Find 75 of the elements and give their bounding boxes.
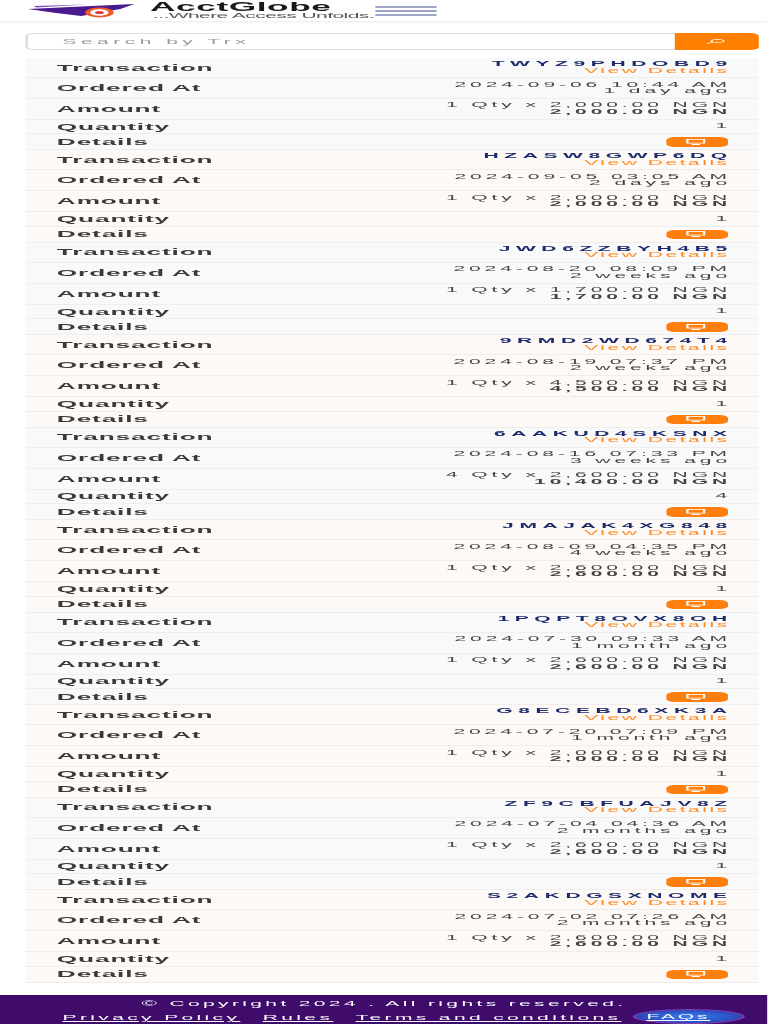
field-label: Details — [56, 414, 149, 425]
field-label: Transaction — [56, 155, 214, 165]
field-label: Ordered At — [56, 915, 202, 926]
field-label: Ordered At — [56, 83, 202, 93]
field-label: Amount — [56, 473, 162, 484]
field-label: Quantity — [56, 491, 170, 502]
field-label: Transaction — [56, 802, 214, 813]
field-label: Transaction — [56, 894, 214, 905]
field-label: Amount — [56, 288, 162, 299]
field-label: Transaction — [56, 432, 214, 443]
field-label: Quantity — [56, 214, 170, 225]
brand-name: AcctGlobe — [150, 1, 332, 12]
field-label: Ordered At — [56, 267, 202, 278]
monitor-icon — [686, 601, 707, 608]
details-button[interactable] — [665, 322, 728, 332]
field-label: Ordered At — [56, 637, 202, 648]
field-label: Ordered At — [56, 452, 202, 463]
field-label: Amount — [56, 658, 162, 669]
menu-icon — [375, 5, 438, 16]
details-button[interactable] — [665, 784, 728, 795]
monitor-icon — [686, 416, 707, 423]
field-label: Details — [56, 136, 149, 147]
field-label: Amount — [56, 936, 162, 947]
field-label: Ordered At — [56, 175, 202, 186]
details-button[interactable] — [665, 414, 728, 425]
field-label: Amount — [56, 103, 162, 114]
search-icon — [706, 39, 727, 44]
field-label: Details — [56, 969, 149, 980]
field-label: Quantity — [56, 306, 170, 317]
field-label: Details — [56, 691, 149, 702]
field-label: Amount — [56, 381, 162, 392]
field-label: Amount — [56, 751, 162, 762]
field-label: Quantity — [56, 676, 170, 687]
details-button[interactable] — [665, 969, 728, 979]
field-label: Transaction — [56, 524, 214, 535]
details-button[interactable] — [665, 599, 728, 610]
field-label: Amount — [56, 843, 162, 854]
details-button[interactable] — [665, 229, 728, 240]
details-button[interactable] — [665, 692, 728, 702]
field-label: Details — [56, 876, 149, 887]
field-label: Transaction — [56, 709, 214, 720]
monitor-icon — [686, 971, 707, 978]
field-label: Quantity — [56, 121, 170, 132]
field-label: Details — [56, 784, 149, 795]
field-label: Quantity — [56, 861, 170, 872]
field-label: Quantity — [56, 768, 170, 779]
field-label: Ordered At — [56, 360, 202, 371]
field-label: Quantity — [56, 583, 170, 594]
monitor-icon — [686, 878, 707, 885]
field-label: Transaction — [56, 339, 214, 350]
field-label: Details — [56, 229, 149, 240]
monitor-icon — [686, 786, 707, 793]
field-label: Details — [56, 506, 149, 517]
monitor-icon — [686, 693, 707, 700]
field-label: Ordered At — [56, 545, 202, 556]
monitor-icon — [686, 508, 707, 515]
field-label: Details — [56, 321, 149, 332]
field-label: Transaction — [56, 247, 214, 258]
details-button[interactable] — [665, 877, 728, 887]
field-label: Ordered At — [56, 822, 202, 833]
field-label: Quantity — [56, 953, 170, 964]
field-label: Amount — [56, 196, 162, 207]
field-label: Transaction — [56, 617, 214, 628]
field-label: Amount — [56, 566, 162, 577]
details-button[interactable] — [665, 507, 728, 517]
monitor-icon — [686, 231, 707, 238]
field-label: Ordered At — [56, 730, 202, 741]
search-button[interactable] — [675, 33, 758, 50]
field-label: Transaction — [56, 62, 214, 73]
field-label: Quantity — [56, 399, 170, 409]
monitor-icon — [686, 138, 707, 145]
menu-button[interactable] — [375, 5, 438, 16]
monitor-icon — [686, 323, 707, 330]
field-label: Details — [56, 599, 149, 610]
details-button[interactable] — [665, 137, 728, 147]
